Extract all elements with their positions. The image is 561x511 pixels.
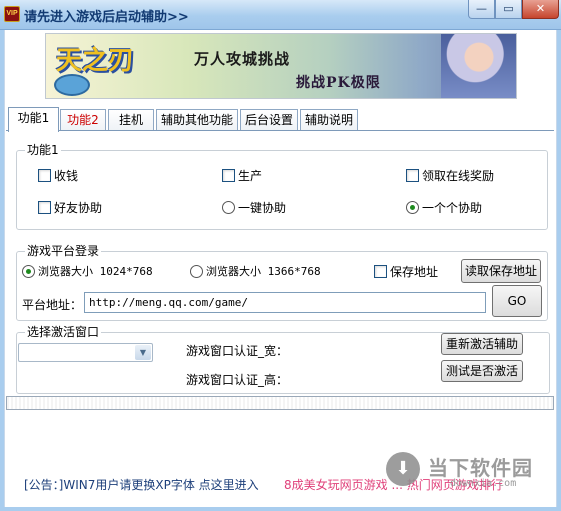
read-saved-address-button[interactable]: 读取保存地址 xyxy=(461,259,541,283)
one-key-assist-label: 一键协助 xyxy=(238,200,287,215)
test-activation-button[interactable]: 测试是否激活 xyxy=(441,360,523,382)
window-height-label: 游戏窗口认证_高： xyxy=(186,373,289,387)
chevron-down-icon[interactable]: ▼ xyxy=(135,345,151,360)
friend-assist-checkbox[interactable]: 好友协助 xyxy=(38,199,102,215)
banner-character xyxy=(441,34,516,98)
browser-1366-radio[interactable]: 浏览器大小 1366*768 xyxy=(190,263,321,279)
platform-login-group-title: 游戏平台登录 xyxy=(25,244,102,258)
maximize-button[interactable]: ▭ xyxy=(495,0,522,19)
tab-help[interactable]: 辅助说明 xyxy=(300,109,358,131)
produce-checkbox[interactable]: 生产 xyxy=(222,167,262,183)
minimize-button[interactable]: — xyxy=(468,0,495,19)
banner-logo: 天之刃 xyxy=(56,46,135,76)
banner-slogan-1: 万人攻城挑战 xyxy=(194,50,291,68)
radio-dot-selected[interactable] xyxy=(22,264,35,278)
watermark-sub: downxia.com xyxy=(450,478,517,489)
produce-label: 生产 xyxy=(238,168,263,183)
radio-dot[interactable] xyxy=(222,200,235,214)
tab-function1[interactable]: 功能1 xyxy=(8,107,59,132)
save-address-checkbox[interactable]: 保存地址 xyxy=(374,263,438,279)
close-button[interactable]: ✕ xyxy=(522,0,559,19)
window-select-combo[interactable]: ▼ xyxy=(18,343,153,362)
function1-group: 功能1 xyxy=(16,143,548,230)
radio-dot[interactable] xyxy=(190,264,203,278)
checkbox-box[interactable] xyxy=(222,168,235,182)
checkbox-box[interactable] xyxy=(406,168,419,182)
friend-assist-label: 好友协助 xyxy=(54,200,103,215)
activate-window-group-title: 选择激活窗口 xyxy=(25,325,102,339)
window-width-label: 游戏窗口认证_宽： xyxy=(186,344,289,358)
platform-address-label: 平台地址： xyxy=(22,298,83,312)
one-key-assist-radio[interactable]: 一键协助 xyxy=(222,199,286,215)
function1-group-title: 功能1 xyxy=(25,143,61,157)
site-watermark: ⬇ 当下软件园 downxia.com xyxy=(386,452,554,492)
tab-idle[interactable]: 挂机 xyxy=(108,109,154,131)
checkbox-box[interactable] xyxy=(38,168,51,182)
watermark-title: 当下软件园 xyxy=(428,456,533,480)
download-icon: ⬇ xyxy=(386,452,420,486)
one-by-one-assist-radio[interactable]: 一个个协助 xyxy=(406,199,482,215)
radio-dot-selected[interactable] xyxy=(406,200,419,214)
title-bar[interactable]: VIP 请先进入游戏后启动辅助>> — ▭ ✕ xyxy=(0,0,561,30)
online-reward-checkbox[interactable]: 领取在线奖励 xyxy=(406,167,494,183)
browser-1366-label: 浏览器大小 1366*768 xyxy=(206,265,321,278)
reactivate-button[interactable]: 重新激活辅助 xyxy=(441,333,523,355)
platform-address-input[interactable]: http://meng.qq.com/game/ xyxy=(84,292,486,313)
window-frame-bottom xyxy=(0,507,561,511)
app-icon: VIP xyxy=(4,6,20,22)
banner-mascot xyxy=(54,74,90,96)
save-address-label: 保存地址 xyxy=(390,264,439,279)
game-banner[interactable]: 天之刃 万人攻城挑战 挑战PK极限 xyxy=(45,33,517,99)
tab-other-functions[interactable]: 辅助其他功能 xyxy=(156,109,238,131)
tab-function2[interactable]: 功能2 xyxy=(60,109,106,131)
go-button[interactable]: GO xyxy=(492,285,542,317)
browser-1024-label: 浏览器大小 1024*768 xyxy=(38,265,153,278)
window-frame-right xyxy=(557,30,561,511)
collect-money-checkbox[interactable]: 收钱 xyxy=(38,167,78,183)
browser-1024-radio[interactable]: 浏览器大小 1024*768 xyxy=(22,263,153,279)
banner-slogan-2: 挑战PK极限 xyxy=(296,75,381,91)
status-strip xyxy=(6,396,554,410)
collect-money-label: 收钱 xyxy=(54,168,79,183)
checkbox-box[interactable] xyxy=(38,200,51,214)
notice-link[interactable]: [公告：]WIN7用户请更换XP字体 点这里进入 xyxy=(24,476,259,493)
checkbox-box[interactable] xyxy=(374,264,387,278)
tab-background-settings[interactable]: 后台设置 xyxy=(240,109,298,131)
online-reward-label: 领取在线奖励 xyxy=(422,168,495,183)
one-by-one-assist-label: 一个个协助 xyxy=(422,200,483,215)
window-title: 请先进入游戏后启动辅助>> xyxy=(24,10,189,25)
